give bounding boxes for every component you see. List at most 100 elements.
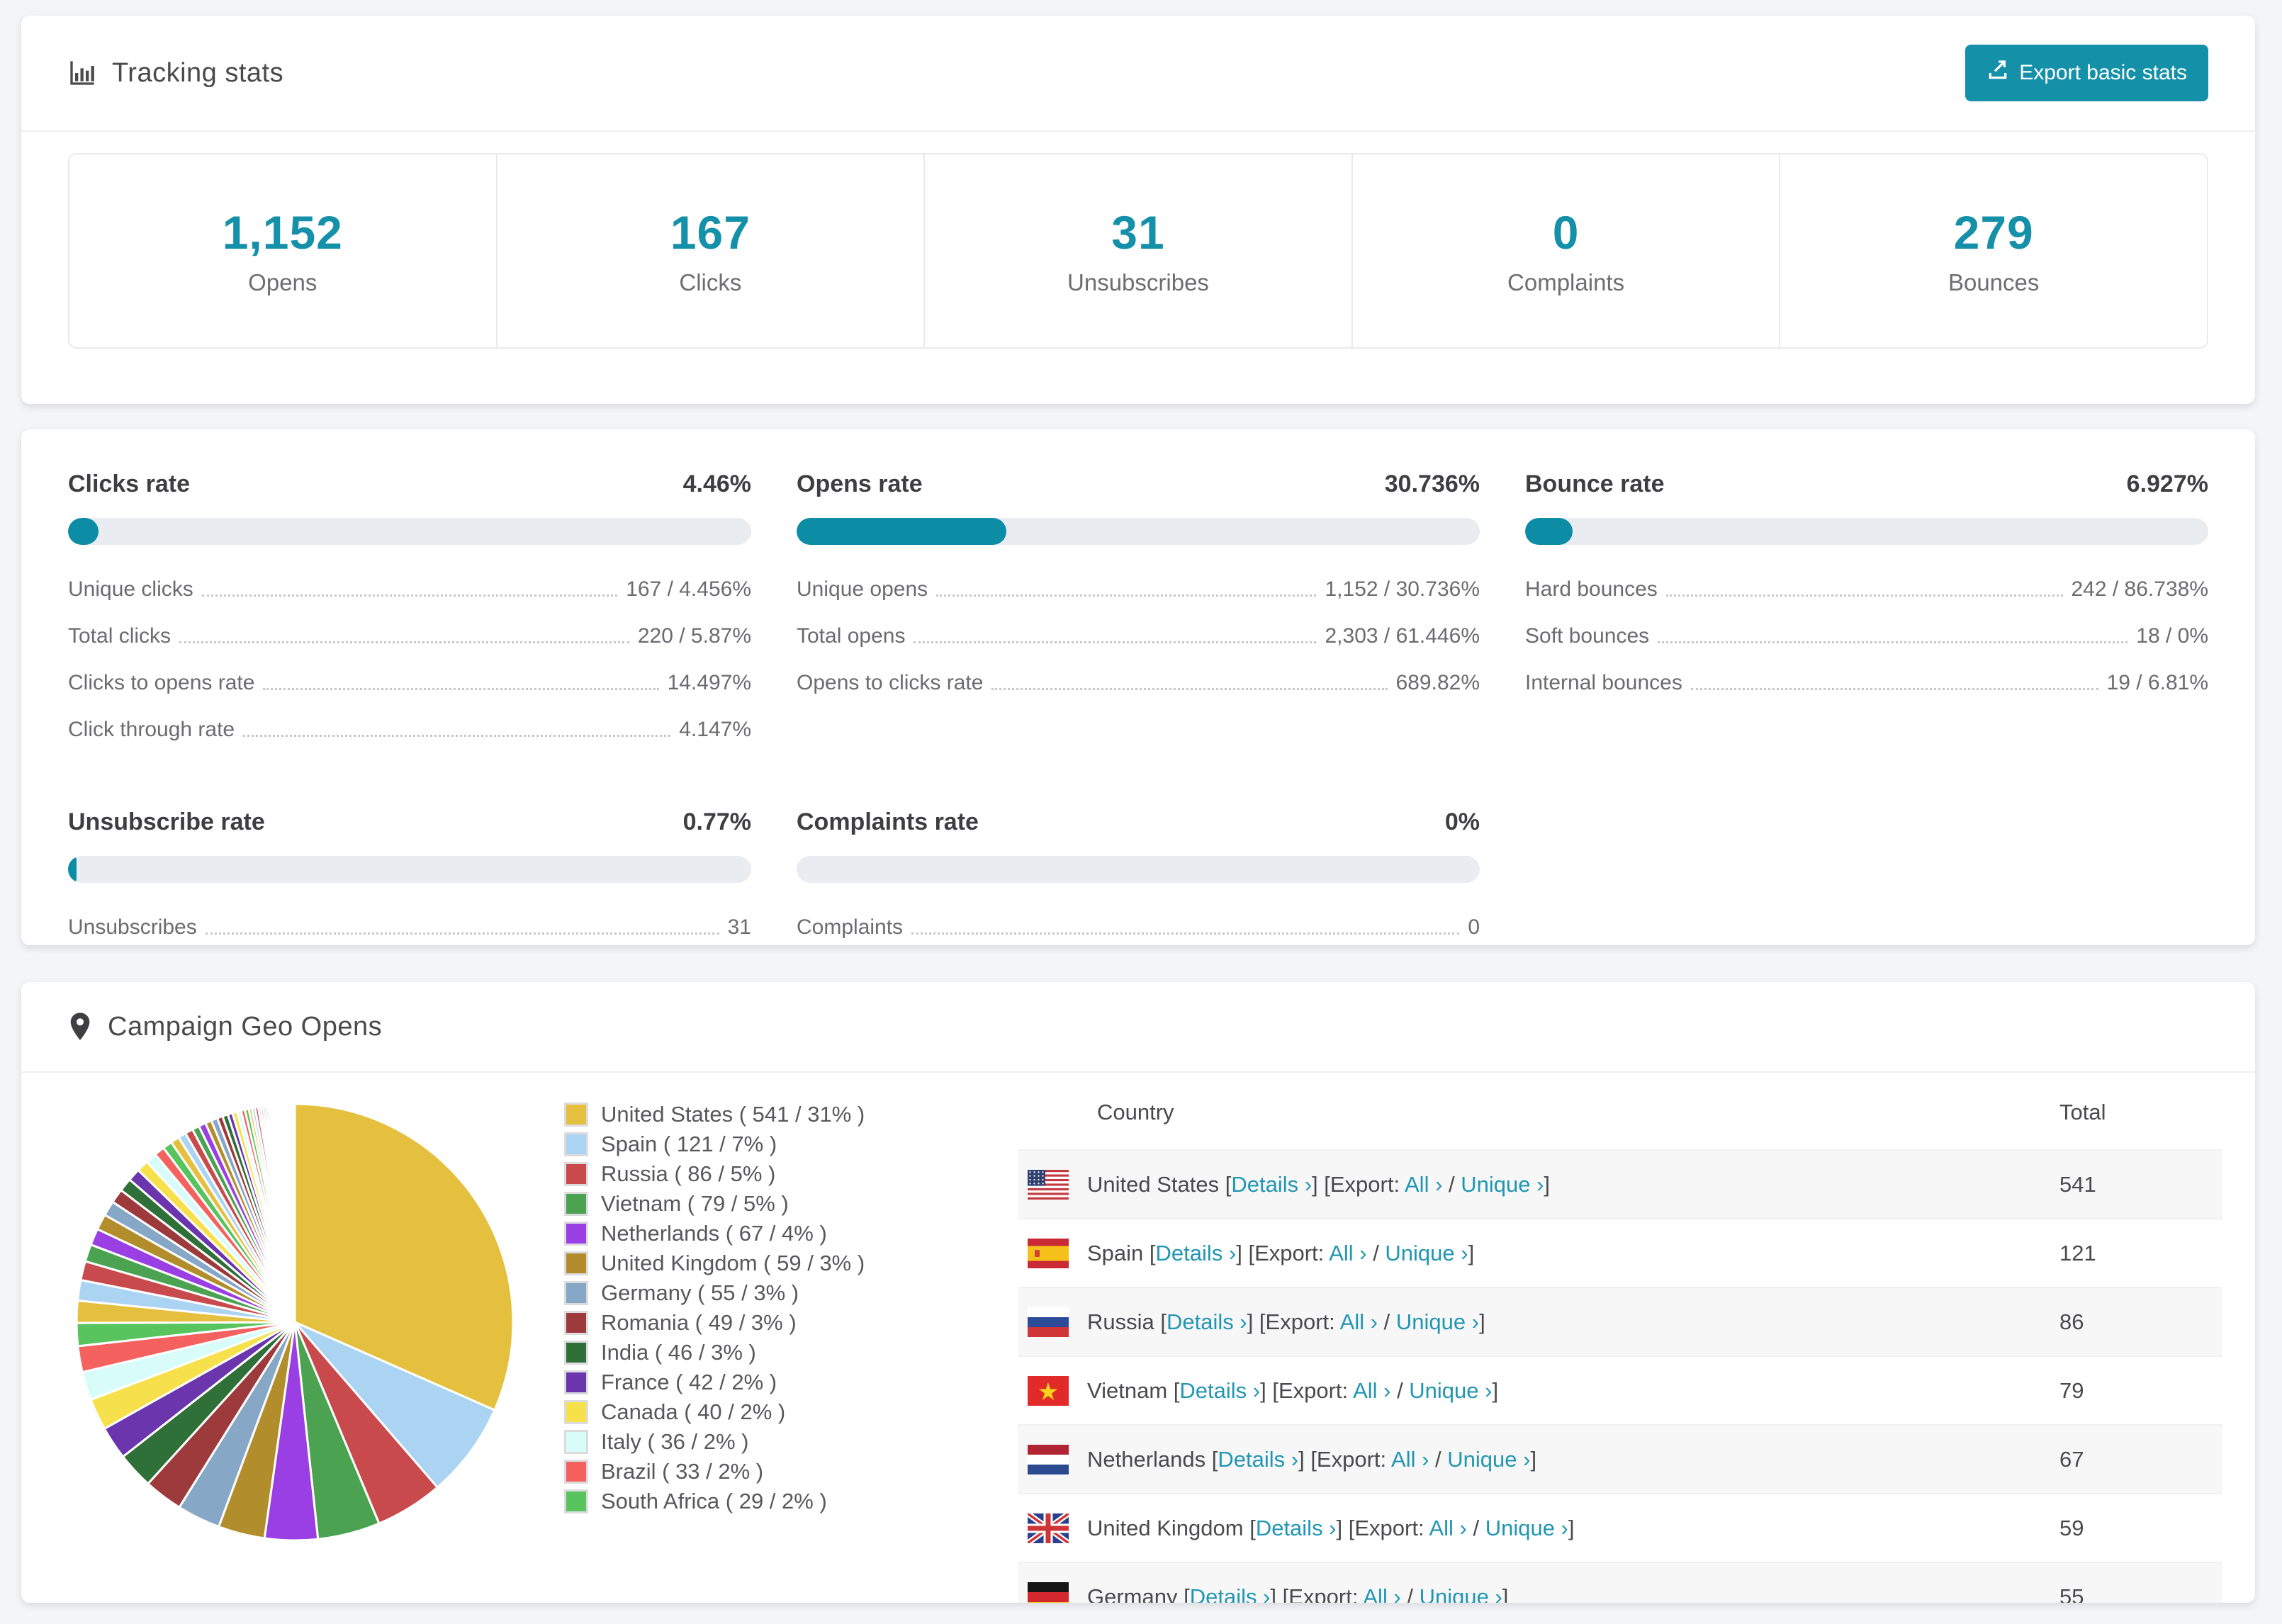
rates-card: Clicks rate 4.46% Unique clicks 167 / 4.456… [21, 429, 2255, 945]
country-total: 541 [2059, 1171, 2096, 1197]
punctuation: [ [1205, 1446, 1218, 1472]
legend-item-netherlands: Netherlands ( 67 / 4% ) [564, 1219, 1018, 1248]
punctuation: ] [Export: [1298, 1446, 1392, 1472]
legend-item-italy: Italy ( 36 / 2% ) [564, 1427, 1018, 1457]
punctuation: / [1429, 1446, 1448, 1472]
rate-name: Unsubscribe rate [68, 808, 265, 835]
rate-detail-label: Unique opens [797, 577, 928, 601]
rate-detail-row: Unique opens 1,152 / 30.736% [797, 566, 1480, 613]
rate-name: Complaints rate [797, 808, 979, 835]
stat-box-complaints: 0 Complaints [1352, 154, 1781, 347]
stat-value: 279 [1953, 206, 2034, 259]
export-all-link-es[interactable]: All › [1329, 1241, 1366, 1265]
rate-detail-label: Clicks to opens rate [68, 671, 255, 694]
rate-value: 6.927% [2126, 470, 2208, 497]
details-link-vn[interactable]: Details › [1179, 1378, 1260, 1403]
export-unique-link-es[interactable]: Unique › [1385, 1241, 1468, 1265]
details-link-es[interactable]: Details › [1156, 1241, 1237, 1265]
legend-swatch [564, 1281, 588, 1305]
legend-swatch [564, 1370, 588, 1394]
details-link-ru[interactable]: Details › [1167, 1309, 1247, 1334]
punctuation: [ [1243, 1515, 1256, 1540]
legend-label: Vietnam ( 79 / 5% ) [601, 1191, 789, 1216]
stat-box-bounces: 279 Bounces [1780, 154, 2207, 347]
pie-slice-other-62 [293, 1103, 296, 1324]
stat-label: Clicks [679, 269, 742, 295]
legend-item-romania: Romania ( 49 / 3% ) [564, 1308, 1018, 1338]
details-link-de[interactable]: Details › [1190, 1584, 1271, 1603]
stat-label: Bounces [1947, 269, 2040, 295]
rate-block-opens-rate: Opens rate 30.736% Unique opens 1,152 / 30.… [797, 470, 1480, 753]
export-unique-link-nl[interactable]: Unique › [1447, 1447, 1530, 1472]
rate-progress-fill [68, 518, 99, 545]
rate-detail-value: 0 [1468, 915, 1480, 939]
country-cell-text: Spain [Details ›] [Export: All › / Uniqu… [1087, 1241, 1474, 1266]
export-unique-link-ru[interactable]: Unique › [1396, 1309, 1479, 1334]
rate-detail-label: Soft bounces [1525, 624, 1650, 648]
export-unique-link-us[interactable]: Unique › [1461, 1172, 1544, 1197]
export-all-link-vn[interactable]: All › [1353, 1378, 1390, 1403]
geo-table-header-total: Total [2059, 1100, 2106, 1124]
country-name: Spain [1087, 1240, 1144, 1265]
export-basic-stats-button[interactable]: Export basic stats [1965, 45, 2208, 101]
details-link-us[interactable]: Details › [1231, 1172, 1312, 1197]
rate-detail-label: Total opens [797, 624, 906, 648]
legend-label: Germany ( 55 / 3% ) [601, 1280, 799, 1305]
geo-table-row-us: United States [Details ›] [Export: All ›… [1018, 1150, 2222, 1219]
geo-pie-chart [68, 1080, 564, 1603]
legend-label: France ( 42 / 2% ) [601, 1370, 777, 1394]
stat-box-unsubscribes: 31 Unsubscribes [925, 154, 1353, 347]
dotted-leader [991, 688, 1388, 690]
export-all-link-de[interactable]: All › [1363, 1584, 1400, 1603]
punctuation: / [1378, 1309, 1396, 1334]
rate-detail-label: Unique clicks [68, 577, 193, 601]
rate-detail-label: Internal bounces [1525, 671, 1682, 694]
rate-name: Opens rate [797, 470, 923, 497]
details-link-nl[interactable]: Details › [1218, 1447, 1298, 1472]
legend-swatch [564, 1132, 588, 1156]
rate-detail-value: 1,152 / 30.736% [1325, 577, 1480, 601]
geo-body: United States ( 541 / 31% ) Spain ( 121 /… [21, 1073, 2255, 1603]
legend-swatch [564, 1341, 588, 1365]
export-unique-link-gb[interactable]: Unique › [1485, 1516, 1568, 1540]
legend-label: Italy ( 36 / 2% ) [601, 1429, 749, 1454]
dotted-leader [201, 594, 618, 597]
legend-item-india: India ( 46 / 3% ) [564, 1338, 1018, 1368]
export-unique-link-de[interactable]: Unique › [1420, 1584, 1502, 1603]
country-total: 79 [2059, 1377, 2084, 1403]
legend-item-france: France ( 42 / 2% ) [564, 1368, 1018, 1397]
bar-chart-icon [68, 59, 96, 87]
dotted-leader [243, 735, 671, 737]
punctuation: ] [Export: [1247, 1309, 1340, 1334]
rate-detail-row: Complaints 0 [797, 904, 1480, 951]
export-all-link-ru[interactable]: All › [1340, 1309, 1378, 1334]
legend-swatch [564, 1430, 588, 1454]
legend-item-united-kingdom: United Kingdom ( 59 / 3% ) [564, 1248, 1018, 1278]
punctuation: ] [Export: [1260, 1377, 1354, 1403]
legend-swatch [564, 1400, 588, 1424]
export-all-link-nl[interactable]: All › [1391, 1447, 1429, 1472]
dotted-leader [911, 932, 1460, 935]
stat-label: Complaints [1507, 269, 1625, 295]
punctuation: ] [1468, 1240, 1475, 1265]
details-link-gb[interactable]: Details › [1256, 1516, 1337, 1540]
export-all-link-gb[interactable]: All › [1429, 1516, 1466, 1540]
country-name: United Kingdom [1087, 1515, 1244, 1540]
country-name: United States [1087, 1171, 1220, 1197]
legend-label: South Africa ( 29 / 2% ) [601, 1489, 827, 1513]
country-name: Germany [1087, 1584, 1178, 1603]
export-basic-stats-label: Export basic stats [2019, 61, 2187, 84]
de-flag-icon [1028, 1581, 1069, 1603]
export-all-link-us[interactable]: All › [1405, 1172, 1442, 1197]
geo-title: Campaign Geo Opens [108, 1011, 383, 1042]
stat-value: 167 [670, 206, 751, 259]
legend-label: India ( 46 / 3% ) [601, 1340, 756, 1365]
legend-swatch [564, 1103, 588, 1127]
rate-progress-bar [797, 856, 1480, 883]
rate-detail-value: 689.82% [1395, 671, 1480, 694]
geo-table-header-country: Country [1097, 1100, 1174, 1124]
rate-detail-value: 31 [727, 915, 751, 939]
export-unique-link-vn[interactable]: Unique › [1409, 1378, 1492, 1403]
legend-label: Romania ( 49 / 3% ) [601, 1310, 797, 1335]
ru-flag-icon [1028, 1307, 1069, 1337]
